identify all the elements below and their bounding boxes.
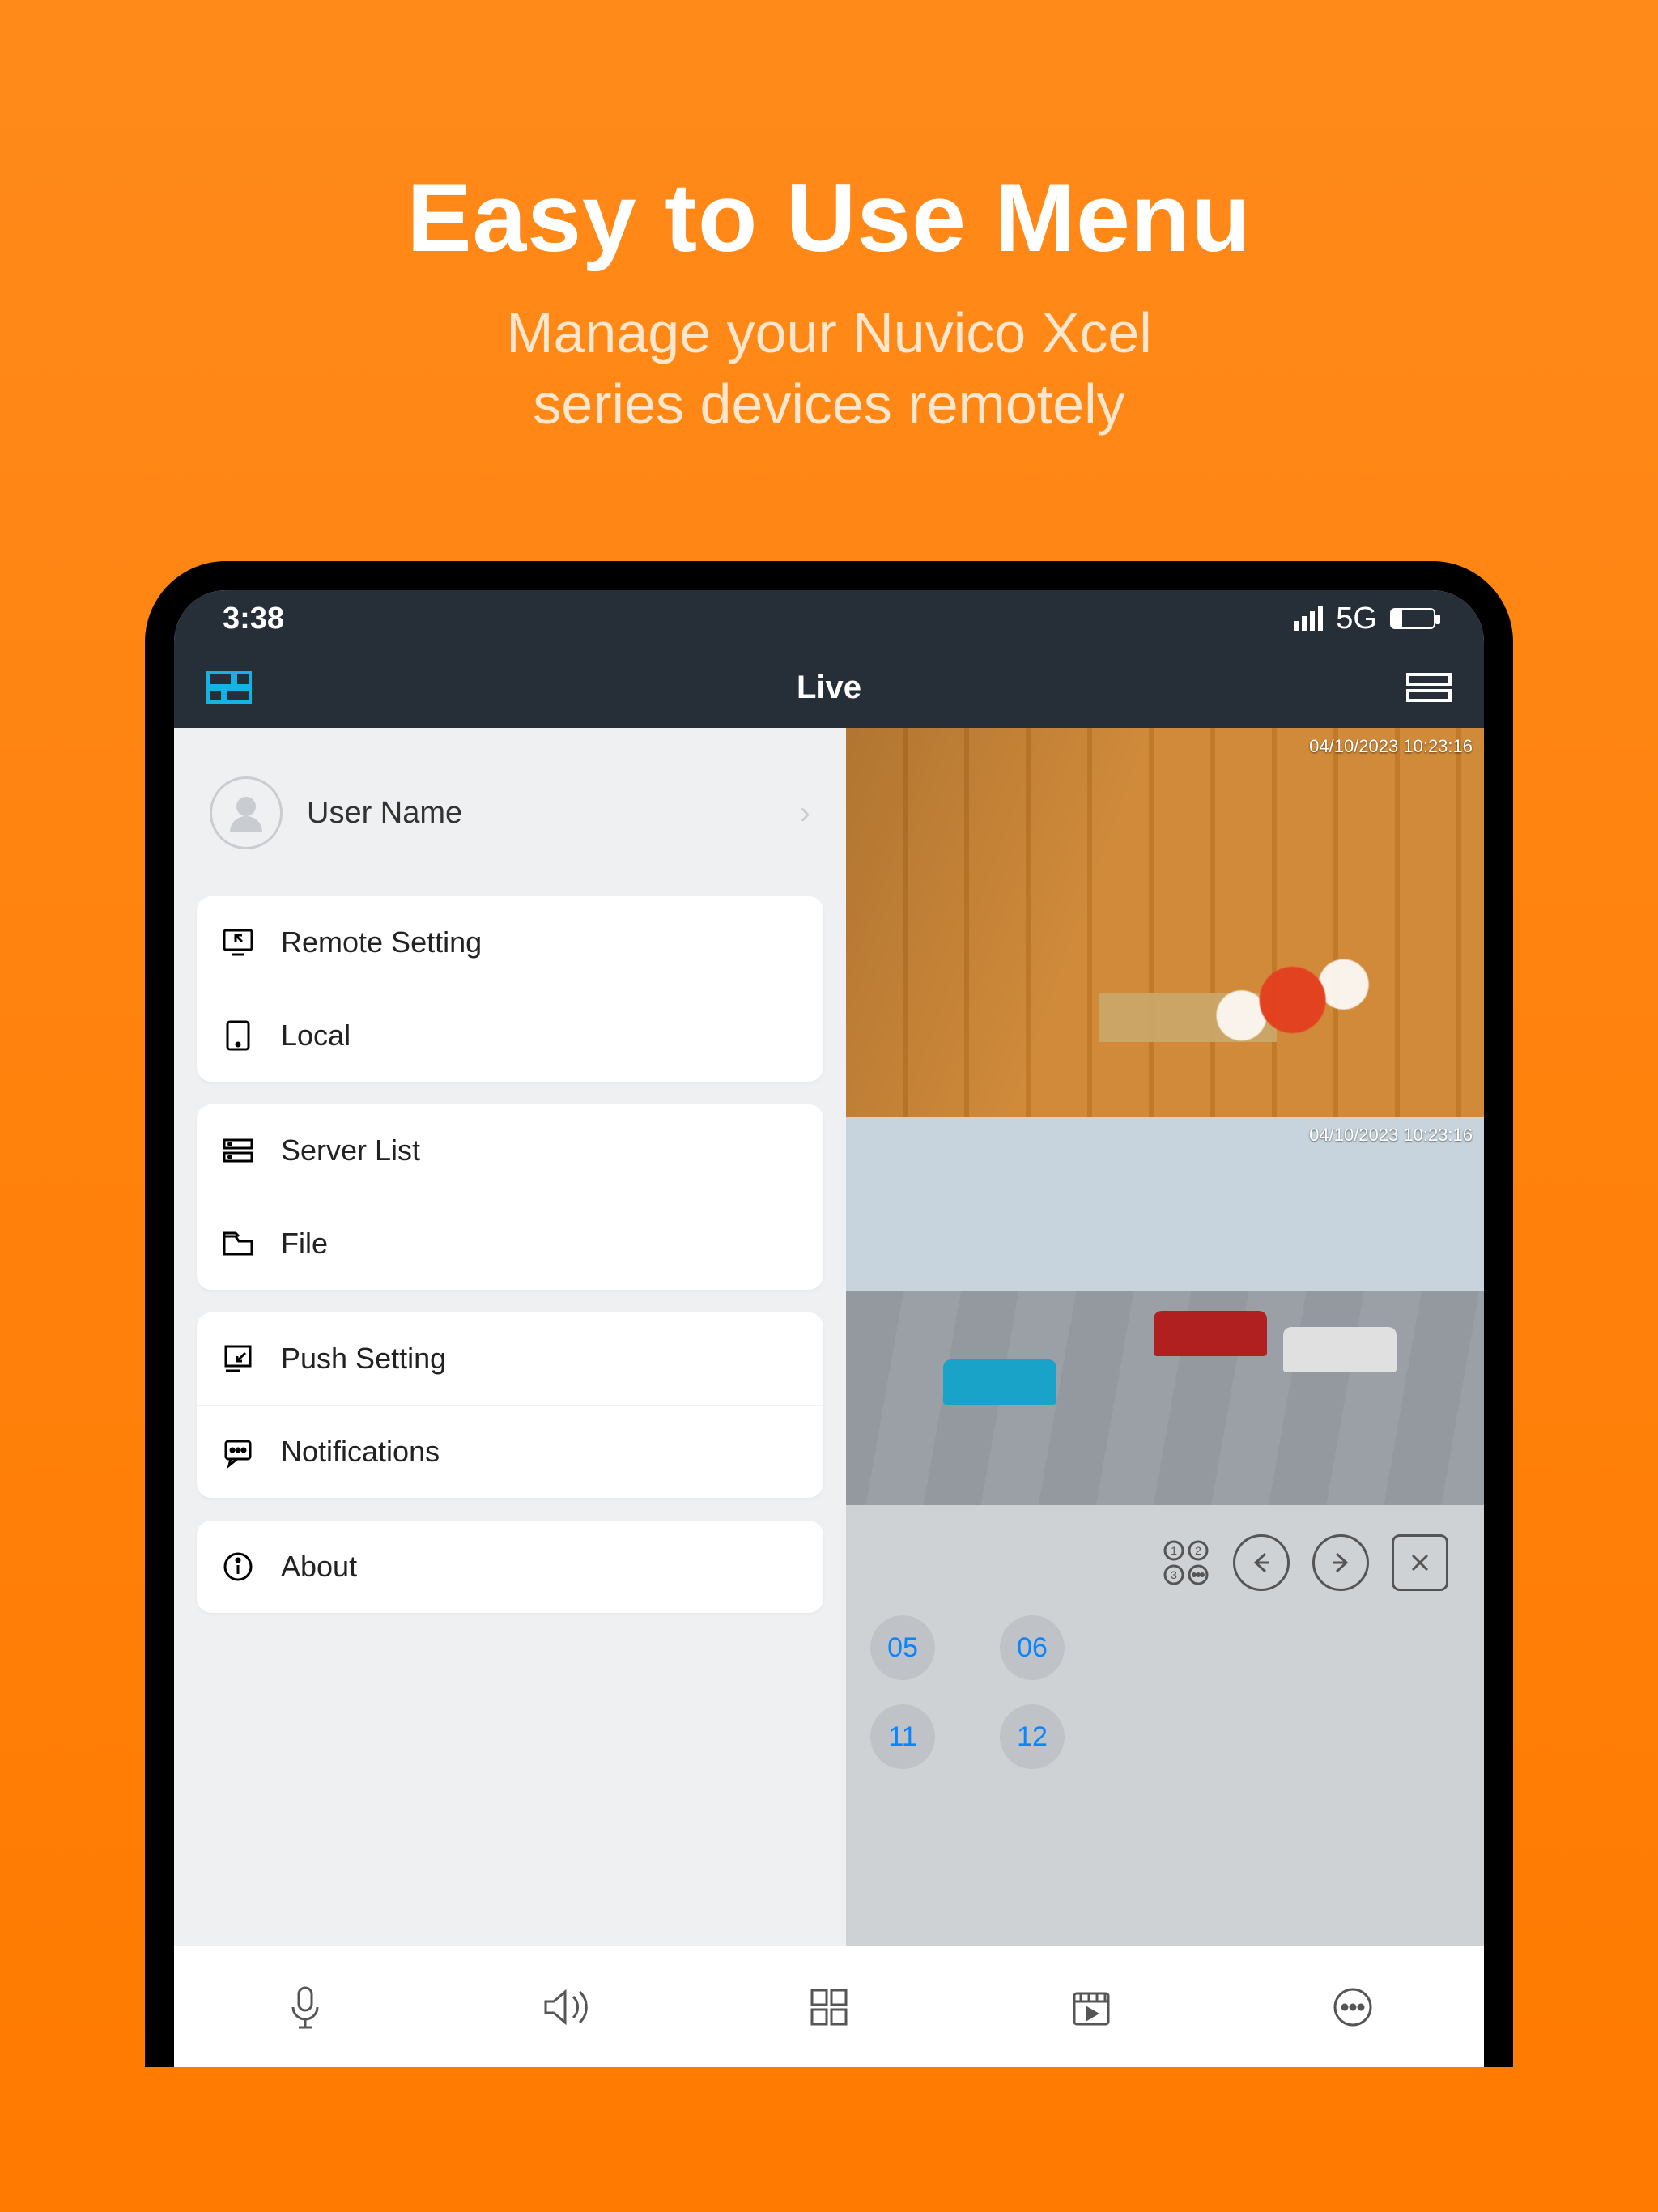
signal-icon	[1294, 606, 1323, 631]
user-row[interactable]: User Name ›	[197, 760, 823, 874]
next-button[interactable]	[1312, 1534, 1369, 1591]
status-bar: 3:38 5G	[174, 590, 1484, 647]
page-title: Live	[797, 670, 861, 706]
menu-group-1: Remote Setting Local	[197, 896, 823, 1082]
feed-timestamp: 04/10/2023 10:23:16	[1309, 1125, 1473, 1146]
menu-label: Notifications	[281, 1435, 440, 1469]
camera-feed-2[interactable]: 04/10/2023 10:23:16	[846, 1117, 1484, 1505]
grid-icon[interactable]	[802, 1980, 856, 2034]
menu-group-3: Push Setting Notifications	[197, 1312, 823, 1498]
remote-setting-icon	[219, 924, 257, 961]
more-icon[interactable]	[1326, 1980, 1380, 2034]
channel-05[interactable]: 05	[870, 1615, 935, 1680]
tablet-frame: 3:38 5G Live	[145, 561, 1513, 2067]
channel-11[interactable]: 11	[870, 1704, 935, 1769]
sidebar: User Name › Remote Setting	[174, 728, 846, 1946]
channel-06[interactable]: 06	[1000, 1615, 1065, 1680]
menu-label: Local	[281, 1019, 351, 1053]
promo-subtitle: Manage your Nuvico Xcel series devices r…	[506, 298, 1152, 440]
chevron-right-icon: ›	[800, 795, 810, 832]
ptz-presets-icon[interactable]: 1 2 3	[1162, 1534, 1210, 1591]
feed-controls: 1 2 3	[846, 1505, 1484, 1599]
svg-text:3: 3	[1171, 1568, 1177, 1581]
menu-push-setting[interactable]: Push Setting	[197, 1312, 823, 1405]
app-header: Live	[174, 647, 1484, 728]
file-icon	[219, 1225, 257, 1262]
svg-text:2: 2	[1195, 1544, 1201, 1557]
server-list-icon	[219, 1132, 257, 1169]
channel-12[interactable]: 12	[1000, 1704, 1065, 1769]
notifications-icon	[219, 1433, 257, 1470]
promo-title: Easy to Use Menu	[407, 162, 1252, 274]
menu-about[interactable]: About	[197, 1521, 823, 1613]
network-label: 5G	[1336, 602, 1377, 636]
prev-button[interactable]	[1233, 1534, 1290, 1591]
menu-file[interactable]: File	[197, 1197, 823, 1290]
layout-icon[interactable]	[206, 671, 252, 704]
speaker-icon[interactable]	[540, 1980, 593, 2034]
feed-timestamp: 04/10/2023 10:23:16	[1309, 736, 1473, 757]
menu-server-list[interactable]: Server List	[197, 1104, 823, 1197]
menu-label: Remote Setting	[281, 925, 482, 959]
menu-group-4: About	[197, 1521, 823, 1613]
local-icon	[219, 1017, 257, 1054]
avatar-icon	[210, 776, 283, 849]
menu-remote-setting[interactable]: Remote Setting	[197, 896, 823, 989]
record-icon[interactable]	[1065, 1980, 1118, 2034]
menu-group-2: Server List File	[197, 1104, 823, 1290]
mic-icon[interactable]	[278, 1980, 332, 2034]
user-name: User Name	[307, 796, 776, 831]
about-icon	[219, 1548, 257, 1585]
channel-grid: 05 06 11 12	[846, 1599, 1484, 1785]
live-pane: 04/10/2023 10:23:16 04/10/2023 10:23:16 …	[846, 728, 1484, 1946]
close-button[interactable]	[1392, 1534, 1448, 1591]
list-icon[interactable]	[1406, 671, 1452, 704]
battery-icon	[1390, 608, 1435, 629]
menu-label: Push Setting	[281, 1342, 446, 1376]
push-setting-icon	[219, 1340, 257, 1377]
screen: 3:38 5G Live	[174, 590, 1484, 2067]
menu-label: File	[281, 1227, 328, 1261]
svg-text:1: 1	[1171, 1544, 1177, 1557]
menu-notifications[interactable]: Notifications	[197, 1405, 823, 1498]
menu-local[interactable]: Local	[197, 989, 823, 1082]
tab-bar	[174, 1946, 1484, 2067]
menu-label: Server List	[281, 1134, 420, 1168]
status-time: 3:38	[223, 602, 284, 636]
camera-feed-1[interactable]: 04/10/2023 10:23:16	[846, 728, 1484, 1117]
menu-label: About	[281, 1550, 357, 1584]
